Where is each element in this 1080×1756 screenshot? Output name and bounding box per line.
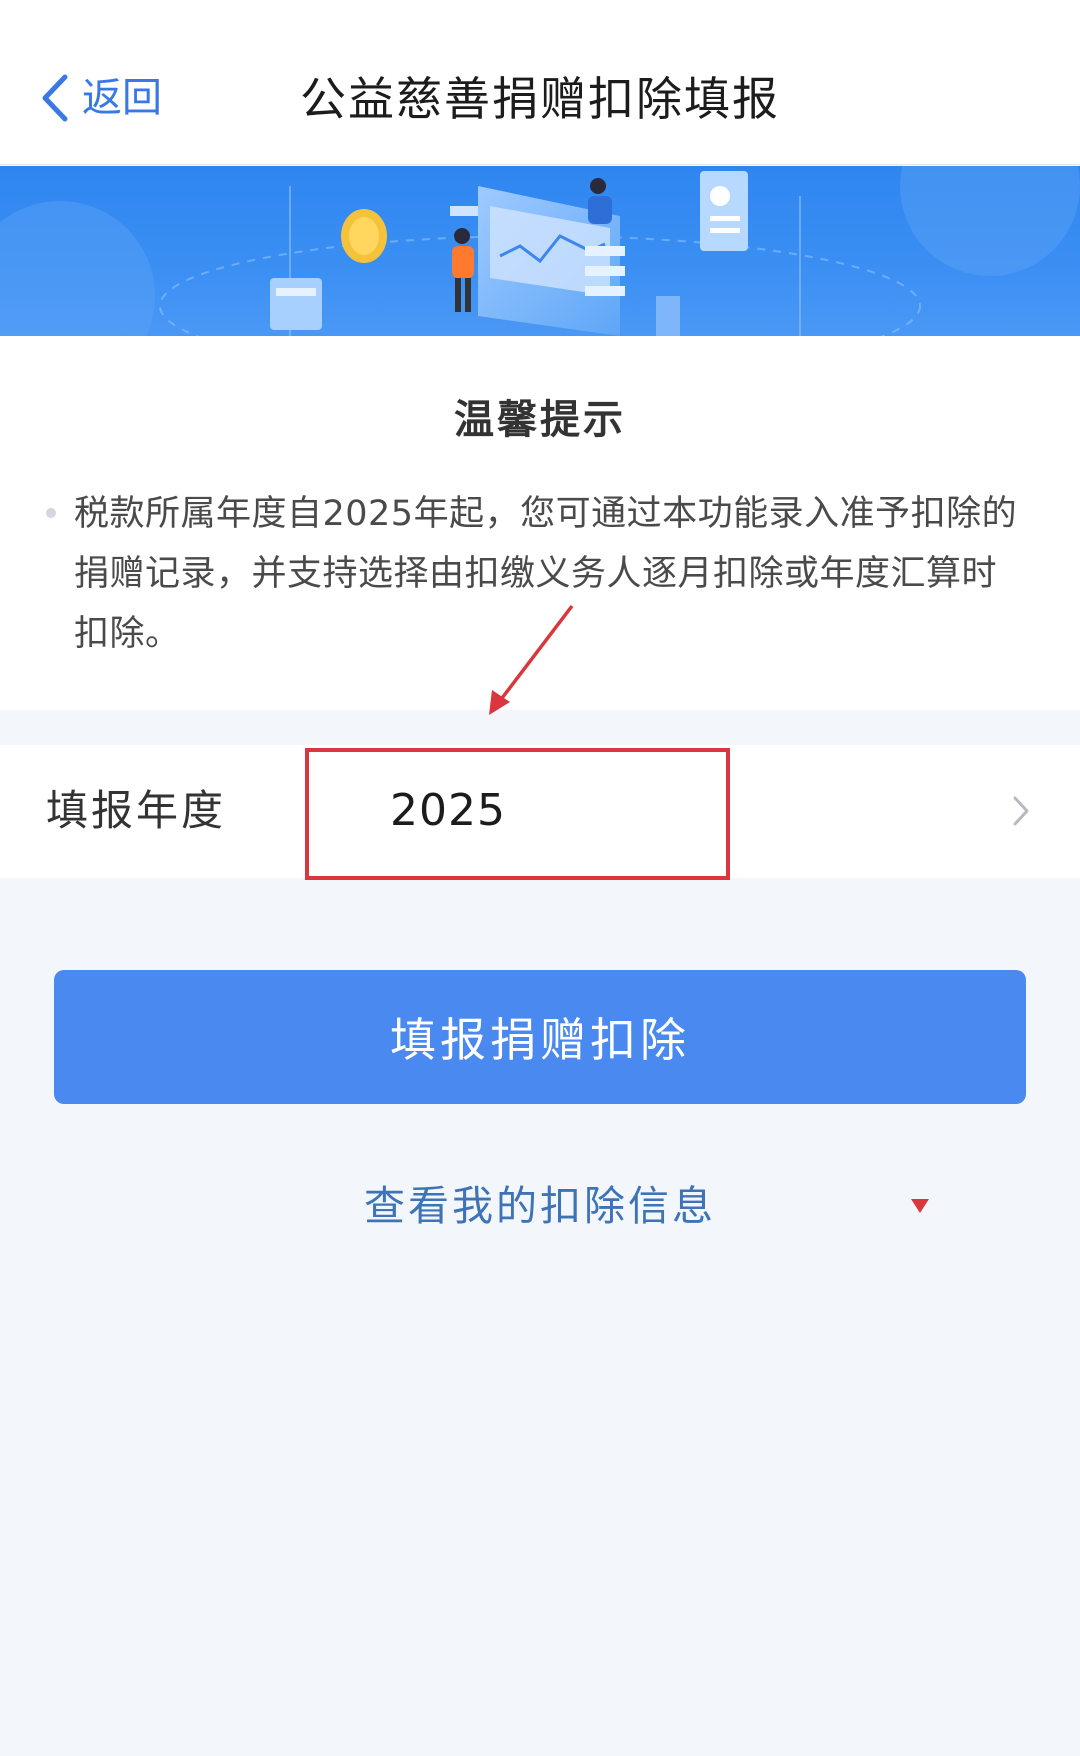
view-deduction-info-link[interactable]: 查看我的扣除信息 bbox=[364, 1182, 716, 1230]
chevron-right-icon bbox=[1013, 796, 1029, 826]
page: 返回 公益慈善捐赠扣除填报 温馨提示 税款所属年度自2025年起，您可通过本功能… bbox=[0, 0, 1080, 1756]
nav-bar: 返回 公益慈善捐赠扣除填报 bbox=[0, 0, 1080, 165]
submit-button-label: 填报捐赠扣除 bbox=[390, 1013, 690, 1067]
banner-illustration bbox=[0, 166, 1080, 336]
submit-donation-deduction-button[interactable]: 填报捐赠扣除 bbox=[54, 970, 1026, 1104]
bullet-dot-icon bbox=[46, 508, 56, 518]
red-triangle-icon bbox=[911, 1199, 929, 1213]
red-arrow-icon bbox=[489, 604, 574, 715]
year-label: 填报年度 bbox=[46, 786, 227, 835]
tips-title: 温馨提示 bbox=[454, 397, 626, 443]
page-title: 公益慈善捐赠扣除填报 bbox=[300, 72, 780, 126]
highlight-box bbox=[305, 748, 730, 880]
